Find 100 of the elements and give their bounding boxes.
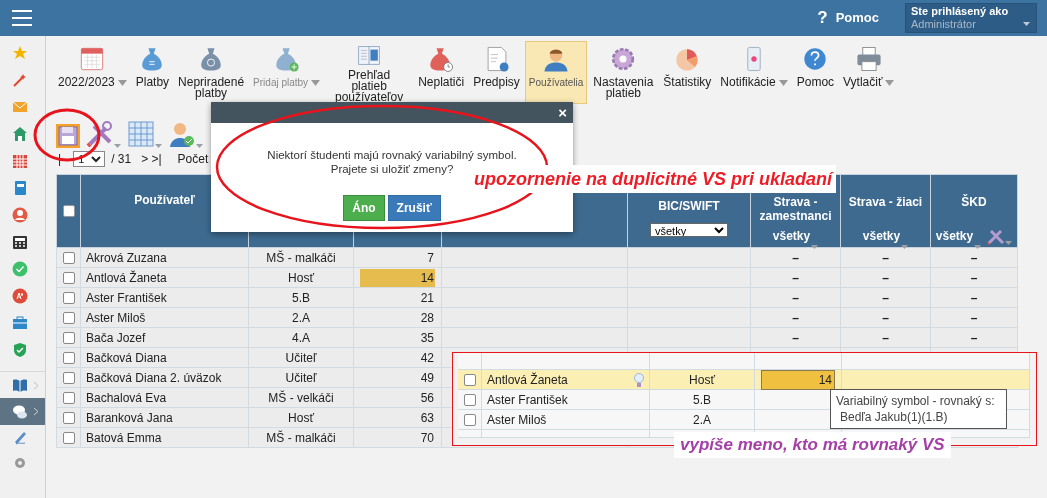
table-cell: –	[792, 290, 799, 305]
table-cell-text: Aster Miloš	[487, 411, 547, 429]
filter-label: všetky	[935, 228, 974, 245]
checkbox[interactable]	[62, 332, 75, 345]
checkbox[interactable]	[463, 393, 476, 406]
checkbox[interactable]	[62, 372, 75, 385]
tooltip-title: Variabilný symbol - rovnaký s:	[836, 393, 996, 409]
caret-icon	[1005, 241, 1013, 245]
annotation-text: vypíše meno, kto má rovnaký VS	[674, 432, 951, 458]
toolbar-button[interactable]: Nastavenia platieb	[588, 41, 659, 104]
user-dropdown[interactable]: Ste prihlásený ako Administrátor	[905, 3, 1037, 33]
column-tools-button[interactable]	[987, 229, 1013, 245]
filter-select[interactable]: všetky	[650, 223, 728, 237]
table-cell-text: Aster František	[487, 391, 568, 409]
table-cell-text: 56	[419, 389, 435, 407]
checkbox[interactable]	[62, 412, 75, 425]
home-icon	[12, 125, 28, 142]
table-cell: –	[970, 270, 978, 285]
table-cell: Akrová Zuzana	[80, 247, 249, 268]
table-cell: –	[882, 270, 889, 285]
toolbar-button[interactable]: Štatistiky	[659, 41, 716, 104]
briefcase-icon	[12, 314, 28, 331]
count-label: Počet	[177, 151, 209, 168]
table-cell: –	[970, 310, 978, 325]
table-cell-text: Antlová Žaneta	[487, 371, 568, 389]
toolbar-button[interactable]: Nepriradené platby	[174, 41, 249, 104]
close-button[interactable]: ×	[558, 105, 567, 120]
toolbar-button[interactable]: 2022/2023	[54, 41, 131, 104]
caret-icon	[901, 245, 909, 249]
table-cell: –	[792, 330, 799, 345]
user-check-icon	[168, 120, 196, 148]
table-cell: MŠ - malkáči	[248, 427, 354, 448]
table-cell: 5.B	[248, 287, 354, 308]
pen-icon	[12, 429, 28, 445]
page-total: / 31	[111, 151, 132, 168]
table-cell: Baranková Jana	[80, 407, 249, 428]
grid-icon	[127, 120, 155, 148]
toolbar-button[interactable]	[127, 120, 162, 148]
table-cell: Učiteľ	[248, 347, 354, 368]
login-label: Ste prihlásený ako	[911, 5, 1010, 18]
filter-dropdown[interactable]: všetky	[772, 227, 819, 245]
highlight-ellipse	[32, 107, 102, 163]
login-user: Administrátor	[911, 18, 976, 31]
lightbulb-icon	[634, 371, 644, 388]
chevron-right-icon	[33, 380, 39, 390]
toolbar-button[interactable]	[86, 120, 121, 148]
caret-icon	[778, 78, 788, 87]
table-cell-text: 21	[419, 289, 435, 307]
table-cell: –	[882, 250, 889, 265]
toolbar-button[interactable]	[168, 120, 203, 148]
table-cell: –	[882, 310, 889, 325]
next-page-links[interactable]: > >|	[141, 150, 162, 168]
filter-dropdown[interactable]: všetky	[935, 227, 982, 245]
table-cell: 14	[360, 268, 435, 287]
checkbox[interactable]	[62, 312, 75, 325]
caret-icon	[117, 78, 127, 87]
caret-icon	[196, 144, 203, 148]
toolbar-button[interactable]: Platby	[131, 41, 174, 104]
chat-icon	[12, 403, 28, 420]
checkbox[interactable]	[62, 432, 75, 445]
filter-label: všetky	[772, 228, 811, 245]
table-cell: Hosť	[248, 407, 354, 428]
toolbar-button[interactable]: Vytlačiť	[839, 41, 899, 104]
checkbox[interactable]	[62, 272, 75, 285]
column-header: BIC/SWIFT	[658, 198, 720, 215]
help-icon: ?	[817, 5, 828, 31]
table-cell-text: 5.B	[693, 391, 711, 409]
input-field[interactable]: 14	[761, 369, 835, 390]
checkbox[interactable]	[62, 252, 75, 265]
toolbar-button[interactable]: Predpisy	[469, 41, 524, 104]
checkbox[interactable]	[62, 352, 75, 365]
filter-label: všetky	[862, 228, 901, 245]
table-cell: –	[792, 250, 799, 265]
notebook-icon	[12, 179, 28, 196]
cancel-button[interactable]: Zrušiť	[387, 195, 441, 221]
person-icon	[12, 206, 28, 223]
toolbar-button[interactable]: Pomoc	[792, 41, 839, 104]
table-cell: MŠ - malkáči	[248, 247, 354, 268]
help-link[interactable]: ? Pomoc	[817, 5, 879, 31]
checkbox[interactable]	[62, 292, 75, 305]
toolbar-button[interactable]: Notifikácie	[716, 41, 792, 104]
star-icon	[12, 44, 28, 61]
checkbox[interactable]	[463, 413, 476, 426]
checkbox[interactable]	[62, 392, 75, 405]
save-button[interactable]	[56, 124, 80, 148]
menu-icon[interactable]	[12, 10, 32, 26]
column-header: Používateľ	[134, 192, 195, 209]
checkbox[interactable]	[62, 205, 75, 217]
dialog-message: Niektorí študenti majú rovnaký variabilný symbol.	[266, 148, 518, 162]
table-cell-text: 63	[419, 409, 435, 427]
table-cell: 4.A	[248, 327, 354, 348]
table-cell-text: 35	[419, 329, 435, 347]
table-cell-text: 7	[426, 249, 435, 267]
checkbox[interactable]	[463, 373, 476, 386]
book-icon	[12, 377, 28, 393]
toolbar-button[interactable]: Používatelia	[524, 41, 588, 104]
filter-dropdown[interactable]: všetky	[862, 227, 909, 245]
grade-icon	[12, 287, 28, 304]
chevron-right-icon	[33, 407, 39, 416]
column-header: Strava - žiaci	[847, 195, 924, 211]
